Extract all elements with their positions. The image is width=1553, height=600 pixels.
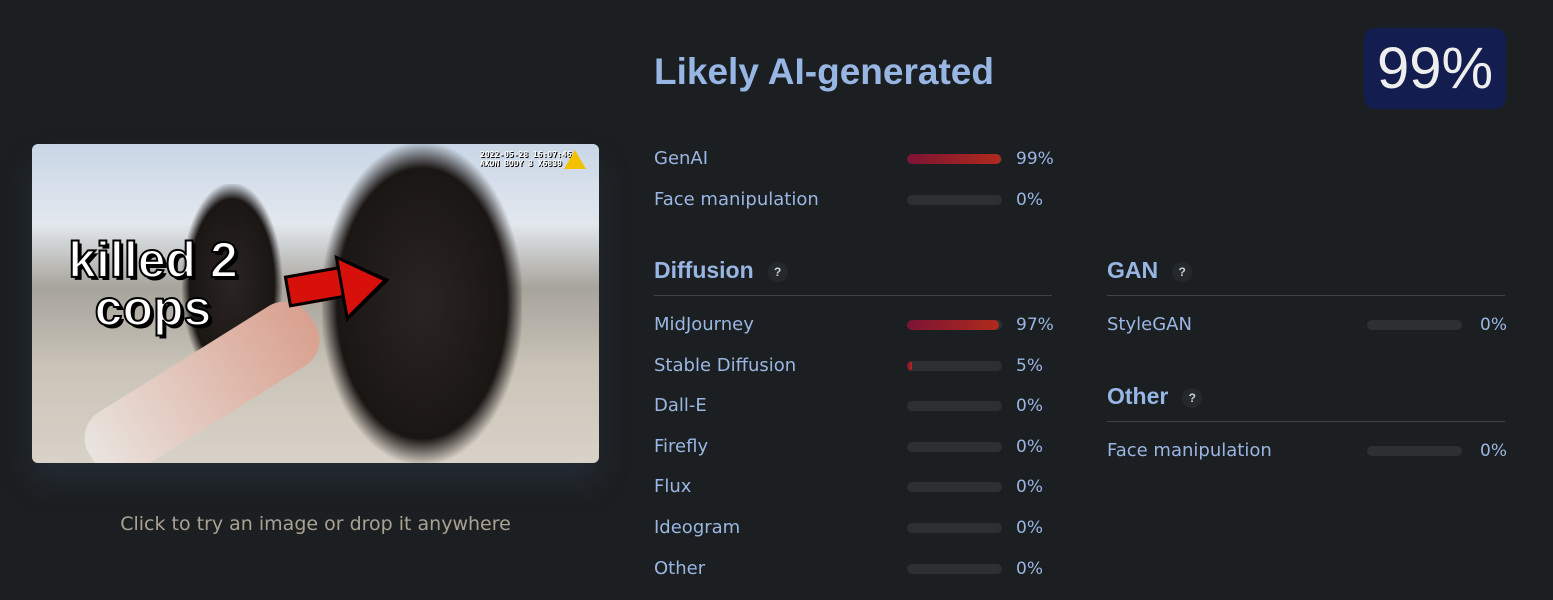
score-value: 0% [1480,315,1507,335]
section-title-diffusion: Diffusion? [654,255,788,285]
score-value: 5% [1016,355,1043,376]
score-bar-fill [907,360,912,371]
score-value: 0% [1016,396,1043,417]
score-bar [907,563,1002,574]
score-row: StyleGAN 0% [1107,313,1527,337]
score-value: 0% [1016,477,1043,498]
uploaded-image-dropzone[interactable]: killed 2 cops 2022-05-28 16:07:46 AXON BO… [32,144,599,463]
score-label: Flux [654,476,692,498]
score-value: 0% [1016,189,1043,210]
divider [654,295,1052,296]
score-row: Ideogram 0% [654,516,1074,540]
score-row: Firefly 0% [654,435,1074,459]
score-label: MidJourney [654,314,754,335]
score-label: Firefly [654,435,709,457]
verdict-title: Likely AI-generated [654,51,994,92]
score-bar-fill [907,154,1002,164]
upload-hint[interactable]: Click to try an image or drop it anywher… [32,513,599,535]
section-title-gan: GAN? [1107,255,1193,285]
score-label: Face manipulation [654,188,819,210]
score-row: Dall-E 0% [654,394,1074,418]
score-bar [1367,320,1462,330]
help-icon[interactable]: ? [1172,261,1193,282]
score-value: 0% [1016,436,1043,457]
score-value: 97% [1016,315,1054,335]
score-bar-fill [907,320,1000,330]
warning-icon [564,150,586,169]
divider [1107,421,1505,422]
score-row: MidJourney 97% [654,313,1074,337]
score-row: Other 0% [654,557,1074,581]
score-label: Dall-E [654,395,707,417]
score-bar [907,523,1002,533]
caption-line: killed 2 [67,232,239,288]
score-bar [907,360,1002,371]
image-caption: killed 2 cops [38,232,268,336]
score-row: Face manipulation 0% [654,188,1074,212]
score-label: Stable Diffusion [654,354,797,376]
score-label: Face manipulation [1107,440,1272,461]
score-value: 99% [1016,149,1054,169]
score-row: Flux 0% [654,475,1074,499]
score-label: Ideogram [654,517,741,538]
score-label: GenAI [654,148,709,169]
score-label: StyleGAN [1107,314,1192,335]
score-bar [1367,446,1462,456]
caption-line: cops [94,280,213,336]
section-title-other: Other? [1107,381,1203,411]
score-row: GenAI 99% [654,147,1074,171]
score-value: 0% [1016,518,1043,538]
score-row: Face manipulation 0% [1107,439,1527,463]
score-bar [907,482,1002,493]
help-icon[interactable]: ? [1182,387,1203,408]
score-bar [907,320,1002,330]
divider [1107,295,1505,296]
score-bar [907,401,1002,412]
score-bar [907,441,1002,452]
score-value: 0% [1480,441,1507,461]
score-row: Stable Diffusion 5% [654,354,1074,378]
help-icon[interactable]: ? [767,261,788,282]
bodycam-stamp: 2022-05-28 16:07:46 AXON BODY 3 X6839 [480,150,572,168]
score-badge: 99% [1364,28,1506,109]
score-bar [907,154,1002,164]
score-bar [907,194,1002,205]
score-label: Other [654,557,706,579]
score-value: 0% [1016,558,1043,579]
